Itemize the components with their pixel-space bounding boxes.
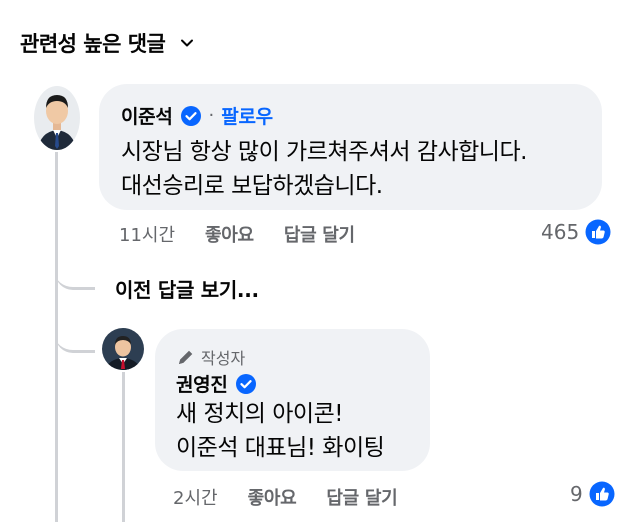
reply-text-line: 새 정치의 아이콘! xyxy=(176,401,343,427)
reply-actions: 2시간 좋아요 답글 달기 xyxy=(173,484,427,510)
author-badge: 작성자 xyxy=(176,345,245,369)
reply-thread-line xyxy=(122,372,125,522)
thumbs-up-reaction-icon xyxy=(585,219,611,245)
reaction-summary[interactable]: 9 xyxy=(570,481,615,507)
separator-dot: · xyxy=(208,105,215,126)
comment-text-line: 시장님 항상 많이 가르쳐주셔서 감사합니다. xyxy=(121,139,527,165)
reply-text: 새 정치의 아이콘! 이준석 대표님! 화이팅 xyxy=(176,397,385,465)
reaction-summary[interactable]: 465 xyxy=(541,219,611,245)
pen-icon xyxy=(179,350,193,364)
comment-author-name[interactable]: 이준석 xyxy=(121,102,173,129)
thumbs-up-reaction-icon xyxy=(589,481,615,507)
verified-badge-icon xyxy=(180,105,201,126)
author-badge-label: 작성자 xyxy=(201,349,246,368)
avatar[interactable] xyxy=(34,86,80,150)
like-button[interactable]: 좋아요 xyxy=(205,221,254,247)
comment-text-line: 대선승리로 보답하겠습니다. xyxy=(121,173,383,199)
like-button[interactable]: 좋아요 xyxy=(248,484,297,510)
person-avatar-icon xyxy=(102,328,144,370)
reply-author-name[interactable]: 권영진 xyxy=(176,370,228,397)
follow-button[interactable]: 팔로우 xyxy=(221,102,273,129)
comment-text: 시장님 항상 많이 가르쳐주셔서 감사합니다. 대선승리로 보답하겠습니다. xyxy=(121,135,527,203)
reaction-count: 9 xyxy=(570,482,583,506)
thread-branch-connector xyxy=(55,308,95,353)
comment-timestamp[interactable]: 11시간 xyxy=(119,221,175,247)
chevron-down-icon xyxy=(181,39,194,47)
verified-badge-icon xyxy=(235,373,256,394)
reply-avatar[interactable] xyxy=(102,328,144,370)
view-previous-replies-link[interactable]: 이전 답글 보기... xyxy=(115,274,259,303)
reaction-count: 465 xyxy=(541,220,580,244)
reply-author-row: 권영진 xyxy=(176,370,257,397)
reply-button[interactable]: 답글 달기 xyxy=(284,221,355,247)
person-avatar-icon xyxy=(34,86,80,150)
reply-button[interactable]: 답글 달기 xyxy=(326,484,397,510)
reply-text-line: 이준석 대표님! 화이팅 xyxy=(176,435,385,461)
comment-sort-dropdown[interactable]: 관련성 높은 댓글 xyxy=(20,28,195,58)
reply-timestamp[interactable]: 2시간 xyxy=(173,484,218,510)
comment-actions: 11시간 좋아요 답글 달기 xyxy=(119,221,385,247)
comment-sort-label: 관련성 높은 댓글 xyxy=(20,32,166,56)
thread-branch-connector xyxy=(55,252,95,290)
comment-author-row: 이준석 · 팔로우 xyxy=(121,102,273,129)
